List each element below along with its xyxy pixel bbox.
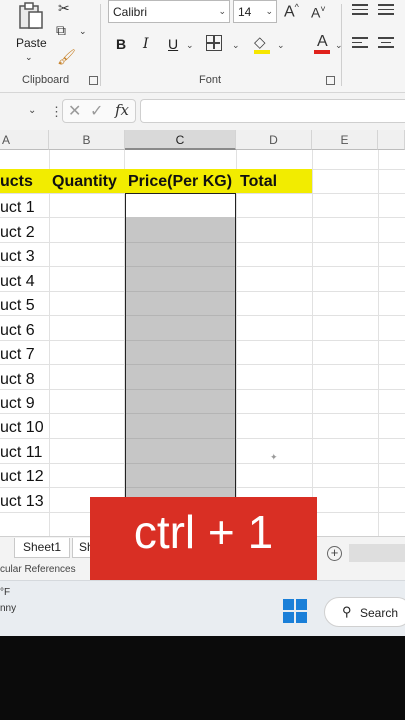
taskbar-search-label[interactable]: Search — [360, 606, 398, 620]
bold-button[interactable]: B — [116, 36, 126, 52]
copy-icon[interactable]: ⧉ — [56, 22, 66, 39]
sheet-tab-sheet2[interactable]: Sh — [72, 538, 92, 558]
font-name-value: Calibri — [113, 5, 148, 19]
product-cell[interactable]: uct 11 — [0, 444, 42, 462]
product-cell[interactable]: uct 6 — [0, 322, 35, 340]
copy-dropdown-icon[interactable]: ⌄ — [79, 26, 87, 37]
gridline — [126, 291, 235, 292]
column-header-e[interactable]: E — [312, 130, 378, 150]
italic-button[interactable]: I — [143, 36, 149, 52]
paste-dropdown-icon[interactable]: ⌄ — [25, 52, 33, 63]
product-cell[interactable]: uct 8 — [0, 371, 35, 389]
excel-screen: Paste ⌄ ✂ ⧉ ⌄ 🖌 Clipboard . Calibri ⌄ 14… — [0, 0, 405, 636]
product-cell[interactable]: uct 12 — [0, 468, 44, 486]
weather-condition[interactable]: nny — [0, 603, 16, 614]
mouse-cursor-icon: ✦ — [270, 452, 278, 462]
product-cell[interactable]: uct 13 — [0, 493, 44, 511]
gridline — [126, 266, 235, 267]
borders-dropdown-icon[interactable]: ⌄ — [232, 40, 240, 51]
product-cell[interactable]: uct 9 — [0, 395, 35, 413]
column-header-d[interactable]: D — [236, 130, 312, 150]
gridline — [126, 242, 235, 243]
ribbon-divider — [100, 4, 101, 86]
header-cell-products[interactable]: ucts — [0, 173, 33, 191]
clipboard-group-label: Clipboard — [22, 74, 70, 86]
column-header-c[interactable]: C — [125, 130, 236, 150]
fill-color-dropdown-icon[interactable]: ⌄ — [277, 40, 285, 51]
font-group-label: Font — [199, 74, 222, 86]
align-middle-icon[interactable] — [378, 4, 394, 18]
align-top-icon[interactable] — [352, 4, 368, 18]
horizontal-scrollbar[interactable] — [349, 544, 405, 562]
check-icon[interactable]: ✓ — [90, 101, 103, 121]
column-header-a[interactable]: A — [0, 130, 49, 150]
font-launcher-icon[interactable]: . — [326, 76, 335, 85]
format-painter-icon[interactable]: 🖌 — [57, 48, 76, 66]
fill-color-icon[interactable]: ◇ — [254, 33, 266, 51]
align-left-icon[interactable] — [352, 37, 368, 51]
gridline — [378, 150, 379, 536]
align-center-icon[interactable] — [378, 37, 394, 51]
gridline — [236, 150, 237, 536]
product-cell[interactable]: uct 4 — [0, 273, 35, 291]
gridline — [126, 340, 235, 341]
formula-input[interactable] — [140, 99, 405, 123]
underline-button[interactable]: U — [168, 36, 178, 52]
decrease-font-size-icon[interactable]: A˅ — [311, 4, 326, 21]
gridline — [126, 487, 235, 488]
gridline — [126, 463, 235, 464]
chevron-down-icon[interactable]: ⌄ — [265, 6, 273, 17]
product-cell[interactable]: uct 3 — [0, 248, 35, 266]
font-name-select[interactable]: Calibri ⌄ — [108, 0, 230, 23]
paste-icon[interactable] — [18, 0, 44, 30]
gridline — [126, 413, 235, 414]
cancel-icon[interactable]: ✕ — [68, 101, 81, 121]
windows-start-icon[interactable] — [283, 599, 307, 623]
ribbon-divider — [341, 4, 342, 86]
font-size-value: 14 — [238, 5, 252, 19]
header-cell-quantity[interactable]: Quantity — [52, 173, 117, 191]
cut-icon[interactable]: ✂ — [58, 0, 70, 17]
product-cell[interactable]: uct 5 — [0, 297, 35, 315]
header-cell-total[interactable]: Total — [240, 173, 277, 191]
clipboard-launcher-icon[interactable]: . — [89, 76, 98, 85]
column-header-f[interactable] — [378, 130, 405, 150]
add-sheet-icon[interactable]: + — [327, 546, 342, 561]
ribbon: Paste ⌄ ✂ ⧉ ⌄ 🖌 Clipboard . Calibri ⌄ 14… — [0, 0, 405, 93]
weather-temperature[interactable]: °F — [0, 587, 10, 598]
gridline — [49, 150, 50, 536]
status-circular-references[interactable]: cular References — [0, 564, 76, 575]
insert-function-button[interactable]: fx — [115, 101, 129, 119]
search-icon[interactable]: ⚲ — [342, 604, 352, 620]
increase-font-size-icon[interactable]: A^ — [284, 2, 299, 21]
borders-icon[interactable] — [206, 35, 222, 51]
product-cell[interactable]: uct 1 — [0, 199, 35, 217]
paste-button[interactable]: Paste — [16, 36, 47, 50]
active-cell[interactable] — [125, 193, 236, 217]
spreadsheet-grid[interactable]: A B C D E ucts Quantity Price(Per KG) To… — [0, 130, 405, 536]
column-header-b[interactable]: B — [49, 130, 125, 150]
font-color-icon[interactable]: A — [317, 33, 328, 51]
gridline — [126, 364, 235, 365]
font-color-swatch — [314, 50, 330, 54]
product-cell[interactable]: uct 2 — [0, 224, 35, 242]
product-cell[interactable]: uct 7 — [0, 346, 35, 364]
font-size-select[interactable]: 14 ⌄ — [233, 0, 277, 23]
product-cell[interactable]: uct 10 — [0, 419, 44, 437]
gridline — [126, 389, 235, 390]
chevron-down-icon[interactable]: ⌄ — [218, 6, 226, 17]
underline-dropdown-icon[interactable]: ⌄ — [186, 40, 194, 51]
sheet-tab-sheet1[interactable]: Sheet1 — [14, 538, 70, 558]
gridline — [126, 438, 235, 439]
header-cell-price[interactable]: Price(Per KG) — [128, 173, 232, 191]
shortcut-caption-text: ctrl + 1 — [133, 506, 274, 558]
gridline — [126, 315, 235, 316]
fill-color-swatch — [254, 50, 270, 54]
name-box-dropdown-icon[interactable]: ⌄ — [28, 105, 36, 116]
selected-range[interactable] — [125, 217, 236, 536]
gridline — [312, 150, 313, 536]
